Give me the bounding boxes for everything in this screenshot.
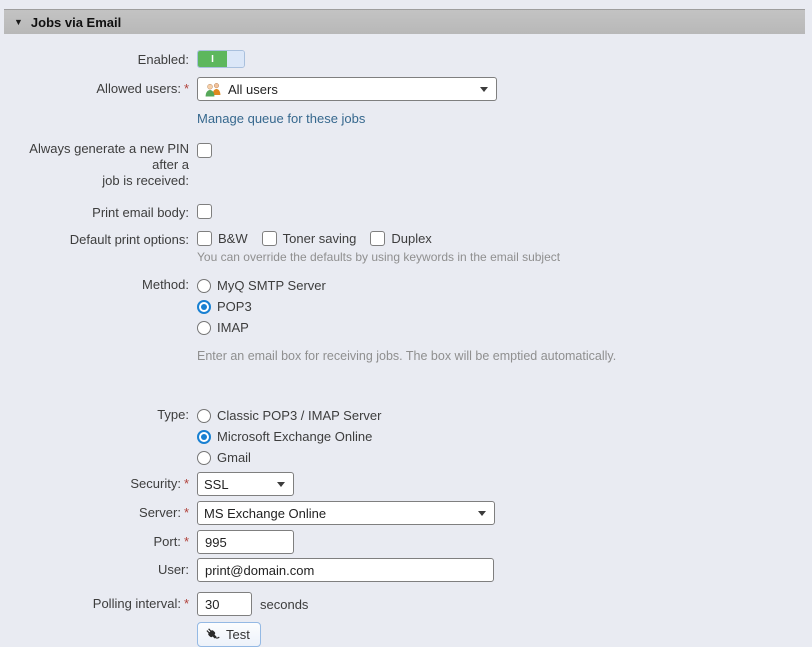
security-value: SSL bbox=[204, 477, 229, 492]
manage-queue-link[interactable]: Manage queue for these jobs bbox=[197, 111, 365, 126]
polling-interval-input[interactable] bbox=[197, 592, 252, 616]
radio-unselected-icon bbox=[197, 409, 211, 423]
type-label: Type: bbox=[0, 405, 197, 423]
port-row: Port: * bbox=[0, 530, 812, 554]
radio-unselected-icon bbox=[197, 321, 211, 335]
mailbox-help-text: Enter an email box for receiving jobs. T… bbox=[197, 349, 616, 363]
bw-checkbox[interactable] bbox=[197, 231, 212, 246]
collapse-triangle-icon: ▼ bbox=[14, 18, 23, 27]
duplex-checkbox[interactable] bbox=[370, 231, 385, 246]
mailbox-help-row: Enter an email box for receiving jobs. T… bbox=[0, 349, 812, 363]
default-print-options-label: Default print options: bbox=[0, 231, 197, 248]
type-row: Type: Classic POP3 / IMAP Server Microso… bbox=[0, 405, 812, 468]
bw-label: B&W bbox=[218, 231, 248, 246]
panel-header[interactable]: ▼ Jobs via Email bbox=[4, 9, 805, 34]
required-asterisk: * bbox=[184, 534, 189, 549]
user-input[interactable] bbox=[197, 558, 494, 582]
manage-queue-row: Manage queue for these jobs bbox=[0, 109, 812, 126]
type-option-gmail[interactable]: Gmail bbox=[197, 447, 251, 468]
allowed-users-label: Allowed users: bbox=[96, 81, 181, 96]
server-value: MS Exchange Online bbox=[204, 506, 326, 521]
required-asterisk: * bbox=[184, 81, 189, 96]
allowed-users-select[interactable]: All users bbox=[197, 77, 497, 101]
port-input[interactable] bbox=[197, 530, 294, 554]
radio-selected-icon bbox=[197, 430, 211, 444]
method-row: Method: MyQ SMTP Server POP3 IMAP bbox=[0, 275, 812, 338]
print-options-help: You can override the defaults by using k… bbox=[197, 250, 560, 264]
server-label: Server: bbox=[139, 505, 181, 520]
dropdown-caret-icon bbox=[478, 511, 486, 520]
duplex-option: Duplex bbox=[370, 231, 431, 246]
server-select[interactable]: MS Exchange Online bbox=[197, 501, 495, 525]
pin-label: Always generate a new PIN after a job is… bbox=[0, 140, 197, 189]
toner-saving-option: Toner saving bbox=[262, 231, 357, 246]
method-option-imap[interactable]: IMAP bbox=[197, 317, 249, 338]
polling-interval-unit: seconds bbox=[260, 597, 308, 612]
print-email-body-label: Print email body: bbox=[0, 204, 197, 221]
allowed-users-value: All users bbox=[228, 82, 278, 97]
security-select[interactable]: SSL bbox=[197, 472, 294, 496]
user-row: User: bbox=[0, 558, 812, 582]
allowed-users-row: Allowed users:* All users bbox=[0, 77, 812, 101]
method-option-pop3[interactable]: POP3 bbox=[197, 296, 252, 317]
type-option-exchange-online[interactable]: Microsoft Exchange Online bbox=[197, 426, 372, 447]
default-print-options-row: Default print options: B&W Toner saving … bbox=[0, 231, 812, 264]
server-row: Server:* MS Exchange Online bbox=[0, 501, 812, 525]
bw-option: B&W bbox=[197, 231, 248, 246]
security-row: Security:* SSL bbox=[0, 472, 812, 496]
pin-row: Always generate a new PIN after a job is… bbox=[0, 140, 812, 189]
radio-selected-icon bbox=[197, 300, 211, 314]
toggle-on-segment: I bbox=[198, 51, 227, 67]
method-label: Method: bbox=[0, 275, 197, 293]
required-asterisk: * bbox=[184, 505, 189, 520]
required-asterisk: * bbox=[184, 596, 189, 611]
duplex-label: Duplex bbox=[391, 231, 431, 246]
port-label: Port: bbox=[153, 534, 180, 549]
security-label: Security: bbox=[130, 476, 181, 491]
pin-checkbox[interactable] bbox=[197, 143, 212, 158]
panel-title: Jobs via Email bbox=[31, 15, 121, 30]
polling-interval-label: Polling interval: bbox=[93, 596, 181, 611]
polling-interval-row: Polling interval:* seconds bbox=[0, 592, 812, 616]
enabled-label: Enabled: bbox=[0, 50, 197, 68]
method-option-smtp[interactable]: MyQ SMTP Server bbox=[197, 275, 326, 296]
toggle-knob bbox=[227, 51, 244, 67]
radio-unselected-icon bbox=[197, 279, 211, 293]
enabled-toggle[interactable]: I bbox=[197, 50, 245, 68]
print-email-body-checkbox[interactable] bbox=[197, 204, 212, 219]
enabled-row: Enabled: I bbox=[0, 50, 812, 68]
dropdown-caret-icon bbox=[277, 482, 285, 491]
print-email-body-row: Print email body: bbox=[0, 204, 812, 221]
user-label: User: bbox=[0, 558, 197, 578]
toner-saving-checkbox[interactable] bbox=[262, 231, 277, 246]
jobs-via-email-panel: ▼ Jobs via Email Enabled: I Allowed user… bbox=[0, 9, 812, 647]
type-option-classic[interactable]: Classic POP3 / IMAP Server bbox=[197, 405, 381, 426]
radio-unselected-icon bbox=[197, 451, 211, 465]
required-asterisk: * bbox=[184, 476, 189, 491]
dropdown-caret-icon bbox=[480, 87, 488, 96]
users-icon bbox=[204, 82, 222, 97]
toner-saving-label: Toner saving bbox=[283, 231, 357, 246]
